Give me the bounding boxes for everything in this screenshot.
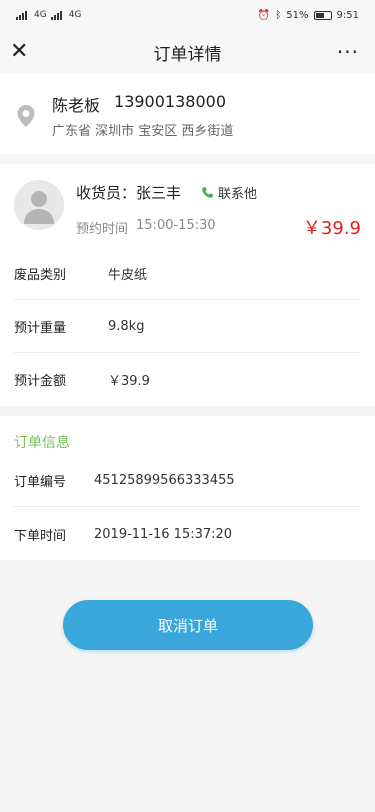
signal-label-1: 4G (34, 10, 47, 20)
courier-name-row: 收货员：张三丰 联系他 (76, 182, 257, 203)
avatar (14, 180, 64, 230)
bluetooth-icon: ᛒ (275, 9, 282, 21)
user-silhouette-icon (14, 180, 64, 230)
order-label: 订单编号 (14, 474, 67, 490)
order-label: 下单时间 (14, 529, 67, 544)
order-value: 45125899566333455 (94, 472, 235, 488)
address-card: 陈老板 13900138000 广东省 深圳市 宝安区 西乡街道 (0, 74, 375, 154)
detail-label: 预计金额 (14, 374, 67, 389)
more-icon[interactable]: ··· (337, 42, 359, 62)
address-phone: 13900138000 (114, 92, 226, 111)
location-pin-icon (17, 105, 35, 127)
detail-label: 预计重量 (14, 320, 67, 336)
signal-label-2: 4G (68, 10, 82, 20)
close-icon[interactable]: ✕ (10, 40, 30, 64)
page-title: 订单详情 (153, 44, 222, 65)
courier-name: 收货员：张三丰 (76, 184, 182, 202)
detail-value: ￥39.9 (108, 374, 150, 389)
clock: 9:51 (336, 9, 359, 21)
appointment-time: 预约时间 15:00-15:30 (76, 218, 216, 237)
phone-icon (202, 187, 213, 198)
price: ￥39.9 (302, 218, 361, 239)
contact-label: 联系他 (218, 187, 258, 202)
status-left: 4G 4G (16, 10, 81, 20)
detail-value: 牛皮纸 (108, 267, 148, 283)
detail-row-amount: 预计金额 ￥39.9 (14, 353, 360, 406)
courier-card: 收货员：张三丰 联系他 预约时间 15:00-15:30 ￥39.9 废品类别 … (0, 164, 375, 406)
nav-bar: ✕ 订单详情 ··· (0, 30, 375, 74)
appointment-time-label: 预约时间 (76, 222, 129, 237)
address-contact: 陈老板 13900138000 (52, 92, 226, 116)
battery-icon (313, 10, 332, 20)
address-detail: 广东省 深圳市 宝安区 西乡街道 (52, 124, 234, 139)
cancel-order-button[interactable]: 取消订单 (63, 600, 313, 650)
detail-row-category: 废品类别 牛皮纸 (14, 247, 360, 300)
order-info-title: 订单信息 (14, 435, 70, 451)
contact-button[interactable]: 联系他 (201, 183, 257, 202)
detail-label: 废品类别 (14, 267, 67, 283)
address-name: 陈老板 (52, 96, 101, 115)
alarm-icon: ⏰ (257, 9, 271, 21)
detail-value: 9.8kg (108, 318, 145, 334)
order-info-card: 订单信息 订单编号 45125899566333455 下单时间 2019-11… (0, 416, 375, 560)
status-right: ⏰ ᛒ 51% 9:51 (258, 10, 359, 21)
status-bar: 4G 4G ⏰ ᛒ 51% 9:51 (0, 0, 375, 30)
battery-percent: 51% (286, 9, 309, 21)
appointment-time-value: 15:00-15:30 (136, 218, 216, 233)
detail-row-weight: 预计重量 9.8kg (14, 300, 360, 353)
order-row-number: 订单编号 45125899566333455 (14, 454, 360, 507)
signal-icon (50, 10, 65, 20)
order-value: 2019-11-16 15:37:20 (94, 527, 233, 542)
order-row-time: 下单时间 2019-11-16 15:37:20 (14, 508, 360, 561)
signal-icon (16, 10, 30, 20)
